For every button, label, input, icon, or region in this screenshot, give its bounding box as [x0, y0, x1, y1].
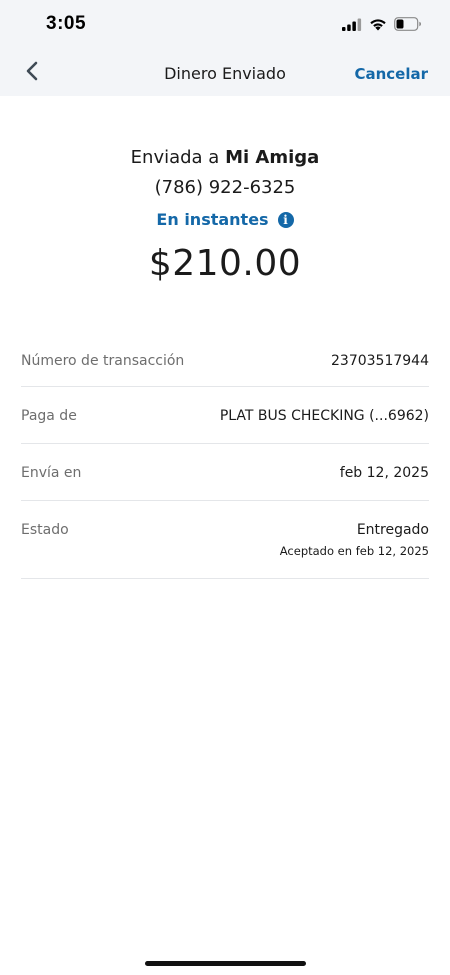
info-icon[interactable]: i	[277, 211, 294, 228]
cellular-signal-icon	[342, 16, 362, 35]
status-accepted-date: Aceptado en feb 12, 2025	[279, 544, 429, 558]
delivery-speed: En instantes i	[156, 210, 294, 229]
home-indicator[interactable]	[145, 961, 306, 966]
cancel-button[interactable]: Cancelar	[354, 65, 428, 83]
recipient-name: Mi Amiga	[225, 147, 320, 168]
pay-from-value: PLAT BUS CHECKING (...6962)	[219, 408, 429, 424]
status-label: Estado	[21, 522, 69, 538]
recipient-phone: (786) 922-6325	[154, 177, 296, 198]
sent-to-prefix: Enviada a	[130, 147, 220, 168]
pay-from-label: Paga de	[21, 408, 77, 424]
sent-to-line: Enviada a Mi Amiga	[0, 146, 450, 170]
status-time: 3:05	[46, 13, 87, 34]
status-value-group: Entregado Aceptado en feb 12, 2025	[280, 521, 429, 559]
detail-row-status: Estado Entregado Aceptado en feb 12, 202…	[21, 501, 429, 579]
status-value: Entregado	[356, 522, 429, 538]
send-on-label: Envía en	[21, 465, 82, 481]
status-icons	[342, 16, 422, 35]
transaction-details: Número de transacción 23703517944 Paga d…	[21, 332, 429, 579]
nav-bar: Dinero Enviado Cancelar	[0, 50, 450, 96]
amount: $210.00	[148, 243, 302, 284]
detail-row-pay-from: Paga de PLAT BUS CHECKING (...6962)	[21, 387, 429, 444]
detail-row-send-on: Envía en feb 12, 2025	[21, 444, 429, 501]
battery-icon	[394, 16, 422, 35]
wifi-icon	[369, 16, 387, 35]
transaction-number-label: Número de transacción	[21, 353, 185, 369]
detail-row-transaction: Número de transacción 23703517944	[21, 332, 429, 387]
send-on-value: feb 12, 2025	[339, 465, 429, 481]
delivery-speed-label: En instantes	[156, 210, 269, 229]
transfer-summary: Enviada a Mi Amiga (786) 922-6325 En ins…	[0, 146, 450, 284]
transaction-number-value: 23703517944	[331, 353, 429, 369]
status-bar: 3:05	[0, 0, 450, 50]
